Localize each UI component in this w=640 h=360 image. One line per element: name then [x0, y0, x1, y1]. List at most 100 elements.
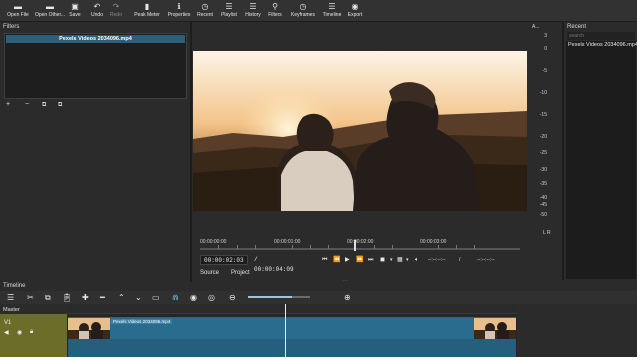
paste-icon[interactable]: 📋︎ [62, 291, 72, 304]
timeline-panel-title: Timeline [3, 283, 26, 289]
overwrite-icon[interactable]: ⌄ [135, 291, 142, 304]
skip-next-icon[interactable]: ⏭ [368, 255, 373, 265]
meter-tick: -15 [539, 112, 547, 118]
meter-tick: -45 [539, 202, 547, 208]
remove-filter-icon[interactable]: − [25, 101, 29, 109]
open-file-button[interactable]: ▬ Open File [4, 2, 32, 21]
copy-filter-icon[interactable]: ⧉ [42, 101, 46, 109]
folder-other-icon: ▬ [46, 2, 54, 11]
split-icon[interactable]: ▭ [152, 291, 160, 304]
playlist-icon: ☰ [225, 2, 233, 11]
meter-tick: -10 [539, 90, 547, 96]
panel-divider[interactable] [190, 22, 192, 282]
position-timecode-field[interactable]: 00:00:02:03 [200, 255, 248, 265]
undo-button[interactable]: ↶ Undo [89, 2, 105, 21]
folder-open-icon: ▬ [14, 2, 22, 11]
rewind-icon[interactable]: ⏪ [333, 255, 340, 265]
scrub-tick [292, 245, 293, 249]
dock-grip-icon[interactable]: ⋯ [343, 278, 348, 284]
properties-button[interactable]: ℹ Properties [165, 2, 193, 21]
timeline-toolbar: ☰ ✂ ⧉ 📋︎ ✚ ━ ⌃ ⌄ ▭ ⋒ ◉ ◎ ⊖ ⊕ [0, 291, 637, 304]
filters-button[interactable]: ⚲ Filters [267, 2, 283, 21]
recent-title: Recent [567, 24, 587, 30]
tab-project[interactable]: Project [231, 270, 250, 276]
shotcut-window: ▬ Open File ▬ Open Other... ▣ Save ↶ Und… [0, 0, 640, 360]
recent-search-input[interactable]: search [567, 32, 635, 40]
scrub-tick [310, 245, 311, 249]
open-other-button[interactable]: ▬ Open Other... [34, 2, 66, 21]
append-icon[interactable]: ✚ [82, 291, 89, 304]
toggle-zoom-icon[interactable]: ◼ [380, 255, 385, 265]
meter-tick: -20 [539, 134, 547, 140]
export-button[interactable]: ◉ Export [346, 2, 364, 21]
volume-icon[interactable]: 🔈︎ [415, 255, 419, 265]
paste-filter-icon[interactable]: ⧉ [58, 101, 62, 109]
filters-list[interactable]: Pexels Videos 2034096.mp4 [4, 33, 187, 99]
scrub-playhead[interactable] [354, 240, 356, 251]
keyframes-button[interactable]: ◷ Keyframes [289, 2, 317, 21]
peak-meter-button[interactable]: ▮ Peak Meter [132, 2, 162, 21]
timeline-button[interactable]: ☰ Timeline [321, 2, 343, 21]
scrub-tick [237, 245, 238, 249]
scrub-tick [218, 245, 219, 249]
grid-dropdown-icon[interactable]: ▾ [406, 255, 409, 265]
ripple-icon[interactable]: ◎ [208, 291, 215, 304]
fast-forward-icon[interactable]: ⏩ [356, 255, 363, 265]
main-toolbar: ▬ Open File ▬ Open Other... ▣ Save ↶ Und… [0, 0, 637, 22]
scrub-tick [328, 245, 329, 249]
zoom-out-icon[interactable]: ⊖ [229, 291, 236, 304]
meter-divider[interactable] [562, 22, 564, 280]
in-point-timecode: --:--:--:-- [428, 257, 446, 263]
snap-icon[interactable]: ⋒ [172, 291, 179, 304]
play-icon[interactable]: ▶ [345, 255, 350, 265]
tab-source[interactable]: Source [200, 270, 219, 276]
out-point-timecode: --:--:--:-- [477, 257, 495, 263]
clip-end-thumbnail [474, 318, 516, 339]
cut-icon[interactable]: ✂ [27, 291, 34, 304]
add-filter-icon[interactable]: + [6, 101, 10, 109]
meter-tick: -40 [539, 195, 547, 201]
meter-tick: -25 [539, 150, 547, 156]
lift-icon[interactable]: ⌃ [118, 291, 125, 304]
ripple-delete-icon[interactable]: ━ [100, 291, 105, 304]
recent-item[interactable]: Pexels Videos 2034096.mp4 [568, 42, 638, 48]
zoom-in-icon[interactable]: ⊕ [344, 291, 351, 304]
timeline-zoom-fill [248, 296, 292, 298]
timeline-menu-icon[interactable]: ☰ [7, 291, 14, 304]
export-icon: ◉ [351, 2, 359, 11]
peak-meter-icon: ▮ [144, 2, 150, 11]
scrub-tick [438, 245, 439, 249]
timeline-clip[interactable]: Pexels Videos 2034096.mp4 [68, 317, 516, 358]
copy-icon[interactable]: ⧉ [45, 291, 51, 304]
scrub-bar[interactable]: 00:00:00:00 00:00:01:00 00:00:02:00 00:0… [200, 239, 520, 251]
clip-audio-waveform [68, 339, 516, 358]
undo-icon: ↶ [93, 2, 101, 11]
video-preview[interactable] [193, 51, 527, 211]
skip-previous-icon[interactable]: ⏮ [322, 255, 327, 265]
save-button[interactable]: ▣ Save [67, 2, 83, 21]
redo-icon: ↷ [112, 2, 120, 11]
recent-button[interactable]: ◷ Recent [196, 2, 214, 21]
scrub-label: 00:00:02:00 [347, 239, 374, 245]
grid-icon[interactable]: ▦ [397, 255, 403, 265]
audio-peak-meter: A... 3 0 -5 -10 -15 -20 -25 -30 -35 -40 … [529, 22, 561, 280]
meter-header: A... [532, 24, 540, 30]
zoom-dropdown-icon[interactable]: ▾ [390, 255, 393, 265]
visibility-icon[interactable]: ◉ [17, 329, 22, 336]
scrub-label: 00:00:03:00 [420, 239, 447, 245]
lock-icon[interactable]: 🔒︎ [30, 329, 33, 336]
playlist-button[interactable]: ☰ Playlist [219, 2, 239, 21]
timeline-playhead[interactable] [285, 304, 286, 358]
save-icon: ▣ [71, 2, 79, 11]
history-button[interactable]: ☰ History [243, 2, 263, 21]
meter-tick: -35 [539, 181, 547, 187]
clip-label: Pexels Videos 2034096.mp4 [111, 319, 173, 324]
keyframes-icon: ◷ [299, 2, 307, 11]
redo-button[interactable]: ↷ Redo [108, 2, 124, 21]
timeline-ruler[interactable] [67, 304, 517, 314]
mute-icon[interactable]: ◀ [4, 329, 9, 336]
scrub-drag-icon[interactable]: ◉ [190, 291, 197, 304]
scrub-label: 00:00:00:00 [200, 239, 227, 245]
meter-tick: -5 [542, 68, 547, 74]
scrub-track [200, 248, 520, 250]
